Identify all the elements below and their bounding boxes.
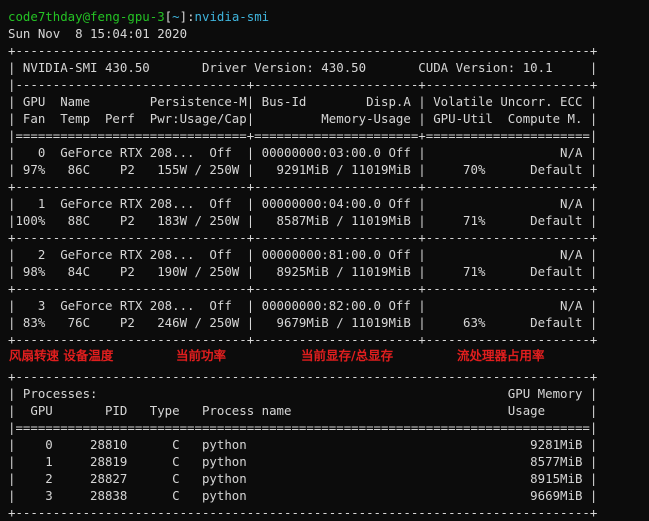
version-line: | NVIDIA-SMI 430.50 Driver Version: 430.… [8, 60, 598, 75]
annotation-power: 当前功率 [176, 348, 227, 363]
table-header-row-1: | GPU Name Persistence-M| Bus-Id Disp.A … [8, 94, 598, 109]
annotation-fan-temp: 风扇转速 设备温度 [9, 348, 114, 363]
gpu-2-usage-row: | 98% 84C P2 190W / 250W | 8925MiB / 110… [8, 264, 598, 279]
gpu-separator: +-------------------------------+-------… [8, 332, 598, 347]
process-row: | 3 28838 C python 9669MiB | [8, 488, 598, 503]
gpu-0-info-row: | 0 GeForce RTX 208... Off | 00000000:03… [8, 145, 598, 160]
prompt-command: nvidia-smi [194, 9, 270, 24]
gpu-separator: +-------------------------------+-------… [8, 230, 598, 245]
timestamp-line: Sun Nov 8 15:04:01 2020 [8, 26, 188, 41]
table-border-equals: |===============================+=======… [8, 128, 598, 143]
gpu-1-usage-row: |100% 88C P2 183W / 250W | 8587MiB / 110… [8, 213, 598, 228]
process-header-row-2: | GPU PID Type Process name Usage | [8, 403, 598, 418]
annotation-util: 流处理器占用率 [457, 348, 545, 363]
process-border-bottom: +---------------------------------------… [8, 505, 598, 520]
gpu-1-info-row: | 1 GeForce RTX 208... Off | 00000000:04… [8, 196, 598, 211]
table-border-top: +---------------------------------------… [8, 43, 598, 58]
prompt-symbol: : [187, 9, 195, 24]
gpu-separator: +-------------------------------+-------… [8, 281, 598, 296]
table-header-row-2: | Fan Temp Perf Pwr:Usage/Cap| Memory-Us… [8, 111, 598, 126]
shell-prompt: code7thday@feng-gpu-3[~]:nvidia-smi [8, 8, 269, 25]
prompt-user-host: code7thday@feng-gpu-3 [8, 9, 165, 24]
gpu-2-info-row: | 2 GeForce RTX 208... Off | 00000000:81… [8, 247, 598, 262]
prompt-current-dir: ~ [172, 9, 180, 24]
prompt-dir-open: [ [164, 9, 173, 24]
gpu-separator: +-------------------------------+-------… [8, 179, 598, 194]
process-header-row-1: | Processes: GPU Memory | [8, 386, 598, 401]
process-row: | 0 28810 C python 9281MiB | [8, 437, 598, 452]
prompt-dir-close: ] [179, 9, 188, 24]
gpu-3-usage-row: | 83% 76C P2 246W / 250W | 9679MiB / 110… [8, 315, 598, 330]
process-row: | 2 28827 C python 8915MiB | [8, 471, 598, 486]
process-border-equals: |=======================================… [8, 420, 598, 435]
table-border-mid: |-------------------------------+-------… [8, 77, 598, 92]
gpu-0-usage-row: | 97% 86C P2 155W / 250W | 9291MiB / 110… [8, 162, 598, 177]
gpu-3-info-row: | 3 GeForce RTX 208... Off | 00000000:82… [8, 298, 598, 313]
process-row: | 1 28819 C python 8577MiB | [8, 454, 598, 469]
annotation-memory: 当前显存/总显存 [301, 348, 394, 363]
process-border-top: +---------------------------------------… [8, 369, 598, 384]
